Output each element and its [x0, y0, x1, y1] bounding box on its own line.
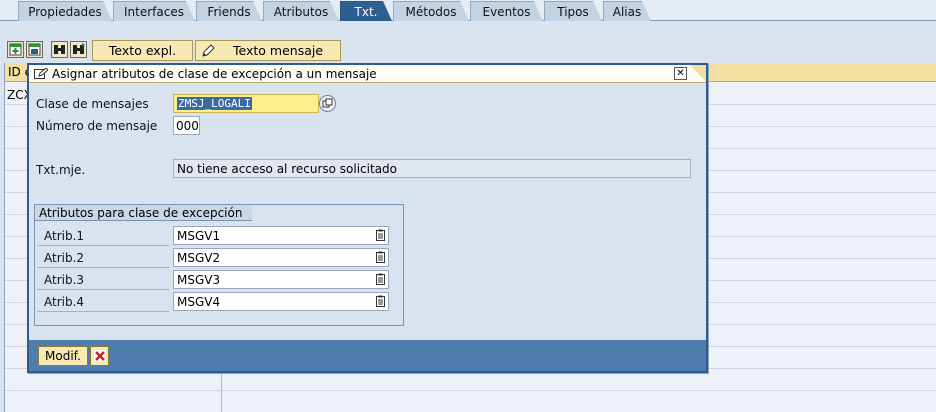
insert-row-icon[interactable] — [7, 41, 24, 58]
save-icon[interactable] — [26, 41, 43, 58]
attr-4-input[interactable]: MSGV4 — [173, 292, 389, 311]
find-next-icon[interactable] — [70, 41, 87, 58]
close-icon[interactable]: ✕ — [674, 67, 687, 80]
toolbar: Texto expl. Texto mensaje — [0, 22, 936, 62]
msg-text-label: Txt.mje. — [36, 163, 86, 177]
tab-label: Alias — [612, 4, 642, 19]
texto-mensaje-label: Texto mensaje — [233, 43, 324, 58]
msg-class-value: ZMSJ_LOGALI — [177, 97, 252, 110]
tab-interfaces[interactable]: Interfaces — [113, 1, 195, 21]
tab-atributos[interactable]: Atributos — [263, 1, 339, 21]
attr-1-label: Atrib.1 — [44, 229, 85, 243]
tab-label: Atributos — [273, 4, 329, 19]
modif-label: Modif. — [45, 349, 81, 363]
tab-txt[interactable]: Txt. — [340, 1, 392, 21]
msg-number-input[interactable]: 000 — [173, 116, 200, 135]
tab-label: Interfaces — [124, 4, 184, 19]
msg-text-value: No tiene acceso al recurso solicitado — [177, 161, 398, 176]
attr-4-label: Atrib.4 — [44, 295, 85, 309]
cancel-x-icon[interactable] — [90, 346, 109, 366]
msg-class-input[interactable]: ZMSJ_LOGALI — [173, 94, 319, 113]
attr-4-value: MSGV4 — [177, 294, 221, 309]
tab-label: Eventos — [482, 4, 531, 19]
clipboard-icon[interactable] — [376, 295, 385, 307]
tab-friends[interactable]: Friends — [196, 1, 262, 21]
attr-2-input[interactable]: MSGV2 — [173, 248, 389, 267]
msg-class-label: Clase de mensajes — [36, 97, 149, 111]
tab-label: Propiedades — [28, 4, 102, 19]
clipboard-icon[interactable] — [376, 273, 385, 285]
texto-mensaje-button[interactable]: Texto mensaje — [195, 40, 341, 61]
tab-label: Tipos — [557, 4, 589, 19]
modif-button[interactable]: Modif. — [38, 346, 88, 366]
pencil-icon — [201, 43, 215, 58]
tab-propiedades[interactable]: Propiedades — [18, 1, 112, 21]
tab-label: Métodos — [405, 4, 457, 19]
tab-label: Txt. — [354, 4, 378, 19]
attributes-group-header: Atributos para clase de excepción — [35, 204, 263, 221]
attr-3-input[interactable]: MSGV3 — [173, 270, 389, 289]
value-help-icon[interactable] — [319, 95, 336, 112]
assign-attributes-dialog: Asignar atributos de clase de excepción … — [27, 63, 708, 373]
edit-document-icon — [34, 66, 49, 80]
attr-3-label: Atrib.3 — [44, 273, 85, 287]
texto-expl-label: Texto expl. — [108, 43, 177, 58]
tab-alias[interactable]: Alias — [603, 1, 651, 21]
tab-eventos[interactable]: Eventos — [470, 1, 543, 21]
tab-metodos[interactable]: Métodos — [393, 1, 469, 21]
dialog-title: Asignar atributos de clase de excepción … — [52, 66, 377, 81]
clipboard-icon[interactable] — [376, 229, 385, 241]
tab-label: Friends — [207, 4, 251, 19]
attr-2-label: Atrib.2 — [44, 251, 85, 265]
attributes-group: Atributos para clase de excepción Atrib.… — [34, 204, 404, 326]
texto-expl-button[interactable]: Texto expl. — [92, 40, 193, 61]
attr-1-input[interactable]: MSGV1 — [173, 226, 389, 245]
attr-3-value: MSGV3 — [177, 272, 221, 287]
attributes-group-title: Atributos para clase de excepción — [39, 205, 243, 220]
msg-text-field: No tiene acceso al recurso solicitado — [173, 159, 691, 178]
msg-number-value: 000 — [176, 118, 199, 133]
find-icon[interactable] — [51, 41, 68, 58]
dialog-footer: Modif. — [29, 340, 706, 371]
attr-1-value: MSGV1 — [177, 228, 221, 243]
attr-2-value: MSGV2 — [177, 250, 221, 265]
tab-strip: Propiedades Interfaces Friends Atributos… — [0, 0, 936, 21]
msg-number-label: Número de mensaje — [36, 119, 158, 133]
tab-tipos[interactable]: Tipos — [544, 1, 602, 21]
dialog-title-bar: Asignar atributos de clase de excepción … — [29, 65, 706, 83]
clipboard-icon[interactable] — [376, 251, 385, 263]
